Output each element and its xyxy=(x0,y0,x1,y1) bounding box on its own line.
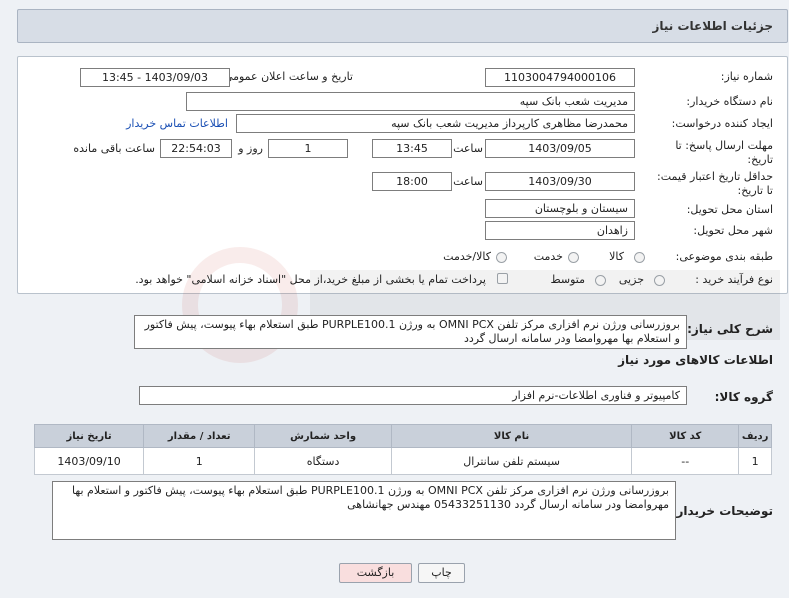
process-minor-radio[interactable] xyxy=(654,275,665,286)
deadline-time-field: 13:45 xyxy=(372,139,452,158)
table-header-row: ردیف کد کالا نام کالا واحد شمارش تعداد /… xyxy=(33,424,772,448)
category-goods-service-label: کالا/خدمت xyxy=(443,250,491,263)
treasury-payment-checkbox[interactable] xyxy=(497,273,508,284)
goods-group-field: کامپیوتر و فناوری اطلاعات-نرم افزار xyxy=(139,386,687,405)
goods-group-label: گروه کالا: xyxy=(714,390,773,404)
deadline-date-field: 1403/09/05 xyxy=(485,139,635,158)
cell-date: 1403/09/10 xyxy=(33,447,145,475)
creator-label: ایجاد کننده درخواست: xyxy=(671,117,773,130)
cell-unit: دستگاه xyxy=(254,447,392,475)
category-service-radio[interactable] xyxy=(568,252,579,263)
process-type-label: نوع فرآیند خرید : xyxy=(695,273,773,286)
process-medium-label: متوسط xyxy=(550,273,585,286)
category-goods-radio[interactable] xyxy=(634,252,645,263)
province-label: استان محل تحویل: xyxy=(686,203,773,216)
days-field: 1 xyxy=(268,139,348,158)
deadline-time-label: ساعت xyxy=(453,142,483,155)
summary-label: شرح کلی نیاز: xyxy=(687,322,773,336)
buyer-org-label: نام دستگاه خریدار: xyxy=(686,95,773,108)
process-minor-label: جزیی xyxy=(618,273,644,286)
city-label: شهر محل تحویل: xyxy=(693,224,773,237)
buyer-org-field: مدیریت شعب بانک سپه xyxy=(186,92,635,111)
col-date: تاریخ نیاز xyxy=(33,424,145,448)
cell-row: 1 xyxy=(738,447,772,475)
print-button[interactable]: چاپ xyxy=(418,563,465,583)
validity-date-field: 1403/09/30 xyxy=(485,172,635,191)
col-qty: تعداد / مقدار xyxy=(143,424,256,448)
need-number-field: 1103004794000106 xyxy=(485,68,635,87)
category-label: طبقه بندی موضوعی: xyxy=(675,250,773,263)
cell-code: -- xyxy=(631,447,740,475)
province-field: سیستان و بلوچستان xyxy=(485,199,635,218)
process-medium-radio[interactable] xyxy=(595,275,606,286)
buyer-contact-link[interactable]: اطلاعات تماس خریدار xyxy=(126,117,228,130)
items-table: ردیف کد کالا نام کالا واحد شمارش تعداد /… xyxy=(33,424,772,475)
announce-date-label: تاریخ و ساعت اعلان عمومی: xyxy=(220,70,353,83)
back-button[interactable]: بازگشت xyxy=(339,563,412,583)
col-code: کد کالا xyxy=(631,424,740,448)
validity-time-field: 18:00 xyxy=(372,172,452,191)
col-row: ردیف xyxy=(738,424,772,448)
category-goods-label: کالا xyxy=(609,250,624,263)
summary-text: بروزرسانی ورژن نرم افزاری مرکز تلفن OMNI… xyxy=(134,315,687,349)
buyer-notes-text: بروزرسانی ورژن نرم افزاری مرکز تلفن OMNI… xyxy=(52,481,676,540)
treasury-payment-note: پرداخت تمام یا بخشی از مبلغ خرید،از محل … xyxy=(135,273,486,286)
category-service-label: خدمت xyxy=(533,250,563,263)
announce-date-field: 1403/09/03 - 13:45 xyxy=(80,68,230,87)
col-name: نام کالا xyxy=(390,424,633,448)
city-field: زاهدان xyxy=(485,221,635,240)
page-title: جزئیات اطلاعات نیاز xyxy=(652,19,773,33)
remaining-time-label: ساعت باقی مانده xyxy=(73,142,155,155)
page-header: جزئیات اطلاعات نیاز xyxy=(17,9,788,43)
creator-field: محمدرضا مظاهری کارپرداز مدیریت شعب بانک … xyxy=(236,114,635,133)
goods-heading: اطلاعات کالاهای مورد نیاز xyxy=(618,353,773,367)
days-label: روز و xyxy=(238,142,263,155)
col-unit: واحد شمارش xyxy=(254,424,392,448)
table-row: 1 -- سیستم تلفن سانترال دستگاه 1 1403/09… xyxy=(33,447,772,475)
cell-name: سیستم تلفن سانترال xyxy=(390,447,633,475)
buyer-notes-label: توضیحات خریدار: xyxy=(671,504,773,518)
validity-time-label: ساعت xyxy=(453,175,483,188)
need-number-label: شماره نیاز: xyxy=(720,70,773,83)
deadline-label: مهلت ارسال پاسخ: تا تاریخ: xyxy=(675,139,773,166)
remaining-time-field: 22:54:03 xyxy=(160,139,232,158)
category-goods-service-radio[interactable] xyxy=(496,252,507,263)
validity-label: حداقل تاریخ اعتبار قیمت: تا تاریخ: xyxy=(657,170,773,197)
cell-qty: 1 xyxy=(143,447,256,475)
